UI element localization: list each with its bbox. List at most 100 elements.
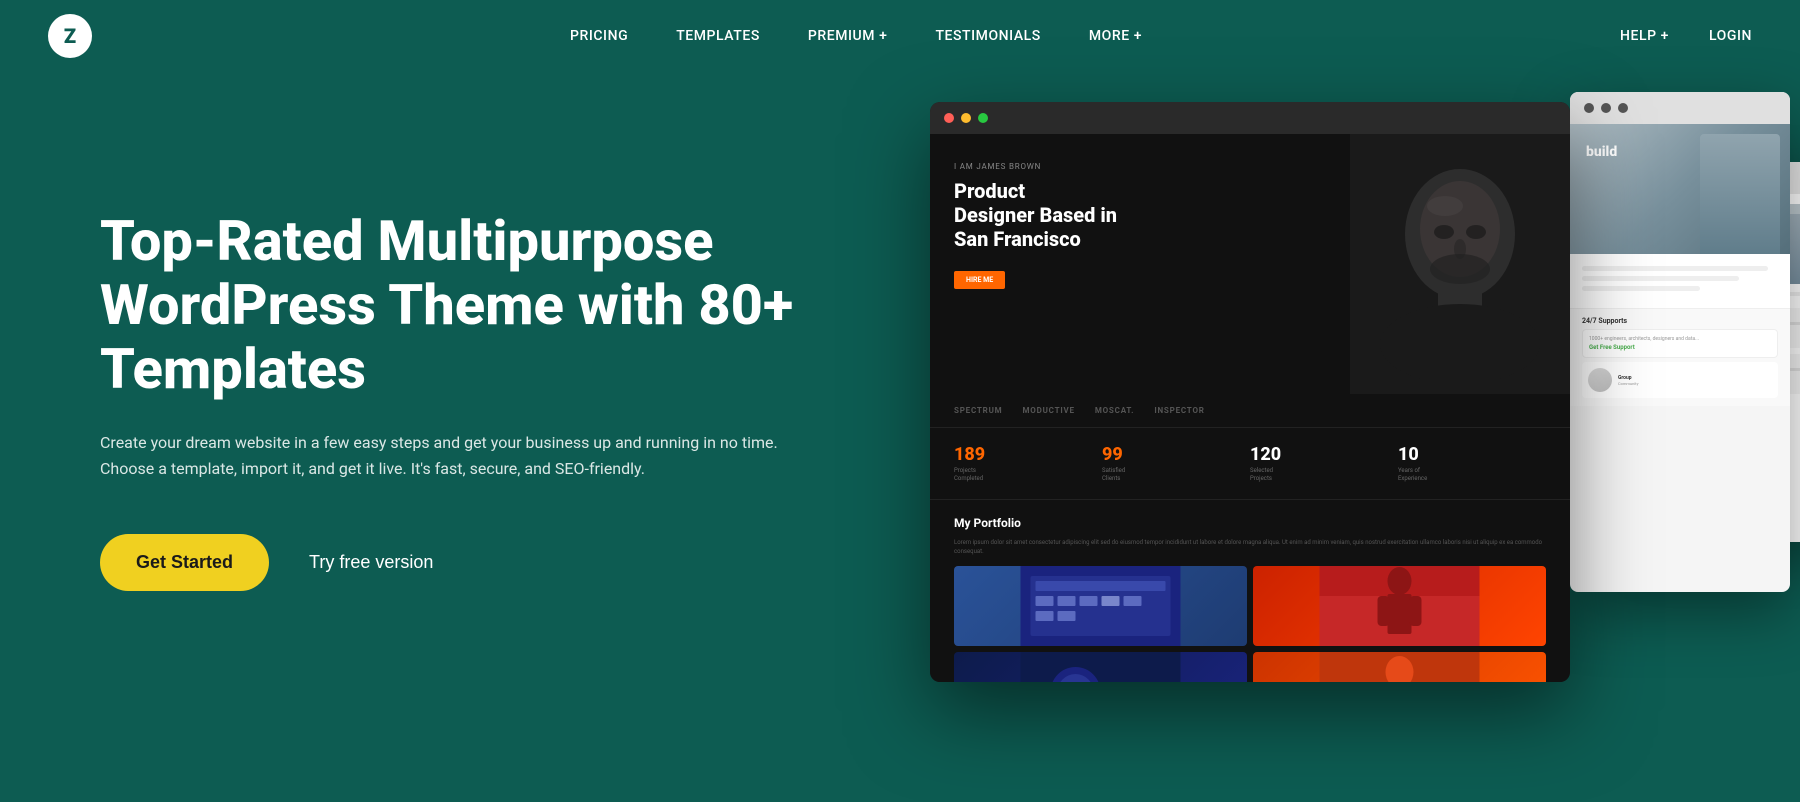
- portfolio-name: ProductDesigner Based inSan Francisco: [954, 179, 1546, 251]
- hero-buttons: Get Started Try free version: [100, 534, 860, 591]
- sec-hero-person: [1700, 134, 1780, 254]
- hero-title: Top-Rated Multipurpose WordPress Theme w…: [100, 209, 860, 402]
- tert-line-2: [1650, 300, 1758, 304]
- nav-more[interactable]: MORE +: [1089, 28, 1142, 44]
- navbar: Z PRICING TEMPLATES PREMIUM + TESTIMONIA…: [0, 0, 1800, 72]
- tert-line-1: [1650, 292, 1800, 296]
- person-name: Group: [1618, 375, 1772, 381]
- tert-block-line-1: [1656, 322, 1800, 325]
- sec-section-2: 24/7 Supports 1000+ engineers, architect…: [1570, 308, 1790, 406]
- hero-subtitle: Create your dream website in a few easy …: [100, 430, 780, 483]
- stat-projects: 189 ProjectsCompleted: [954, 444, 1102, 483]
- portfolio-face: [1350, 134, 1570, 394]
- hero-section: Top-Rated Multipurpose WordPress Theme w…: [0, 72, 1800, 728]
- dot-3: [1688, 173, 1698, 183]
- logo-letter: Z: [64, 24, 76, 48]
- dot-m1: [944, 113, 954, 123]
- nav-help[interactable]: HELP +: [1620, 28, 1669, 44]
- browser-bar-secondary: [1570, 92, 1790, 124]
- portfolio-stats: 189 ProjectsCompleted 99 SatisfiedClient…: [930, 428, 1570, 500]
- browser-content: I am James Brown ProductDesigner Based i…: [930, 134, 1570, 682]
- portfolio-section-title: My Portfolio: [954, 516, 1546, 530]
- tert-green-badge: Get Free Support: [1656, 341, 1705, 351]
- secondary-content: build 24/7 Supports 1000+ engineers, arc…: [1570, 124, 1790, 592]
- browser-bar-main: [930, 102, 1570, 134]
- portfolio-grid: 03:46: [954, 566, 1546, 682]
- person-sub: Community: [1618, 381, 1772, 386]
- tert-block-title-1: 24/7 Supports: [1656, 314, 1800, 320]
- stat-years-label: Years ofExperience: [1398, 467, 1546, 483]
- stat-clients-number: 99: [1102, 444, 1250, 465]
- stat-selected-number: 120: [1250, 444, 1398, 465]
- tert-blue-button: Join Group: [1656, 381, 1696, 393]
- dot-1: [1654, 173, 1664, 183]
- logo-spectrum: SPECTRUM: [954, 406, 1002, 415]
- stat-clients: 99 SatisfiedClients: [1102, 444, 1250, 483]
- grid-item-3: 03:46: [954, 652, 1247, 682]
- stat-clients-label: SatisfiedClients: [1102, 467, 1250, 483]
- browser-bar-tertiary: [1640, 162, 1800, 194]
- nav-login[interactable]: LOGIN: [1709, 28, 1752, 44]
- portfolio-hero: I am James Brown ProductDesigner Based i…: [930, 134, 1570, 394]
- stat-years: 10 Years ofExperience: [1398, 444, 1546, 483]
- nav-premium[interactable]: PREMIUM +: [808, 28, 888, 44]
- hero-content: Top-Rated Multipurpose WordPress Theme w…: [100, 209, 860, 592]
- logo-inspector: Inspector: [1154, 406, 1204, 415]
- sec-support-title: 24/7 Supports: [1582, 317, 1778, 325]
- tert-block-line-3: [1656, 368, 1800, 371]
- tert-block-line-2: [1656, 327, 1774, 330]
- support-label: 1000+ engineers, architects, designers a…: [1589, 336, 1771, 342]
- sec-support-card: 1000+ engineers, architects, designers a…: [1582, 329, 1778, 358]
- browser-tertiary: 24/7 Supports Get Free Support Group Joi…: [1640, 162, 1800, 542]
- tert-person: [1770, 214, 1800, 284]
- nav-testimonials[interactable]: TESTIMONIALS: [935, 28, 1040, 44]
- sec-line-2: [1582, 276, 1739, 281]
- dot-m3: [978, 113, 988, 123]
- portfolio-logos: SPECTRUM mODUCtive MOSCAT. Inspector: [930, 394, 1570, 428]
- grid-item-2: [1253, 566, 1546, 646]
- hero-mockups: 24/7 Supports Get Free Support Group Joi…: [900, 42, 1800, 802]
- portfolio-section-desc: Lorem ipsum dolor sit amet consectetur a…: [954, 538, 1546, 556]
- stat-selected: 120 SelectedProjects: [1250, 444, 1398, 483]
- sec-body: [1570, 254, 1790, 308]
- portfolio-cta-button: HIRE ME: [954, 271, 1005, 289]
- nav-right: HELP + LOGIN: [1620, 28, 1752, 44]
- tert-hero-image: [1650, 204, 1800, 284]
- browser-main: I am James Brown ProductDesigner Based i…: [930, 102, 1570, 682]
- portfolio-eyebrow: I am James Brown: [954, 162, 1546, 171]
- browser-secondary: build 24/7 Supports 1000+ engineers, arc…: [1570, 92, 1790, 592]
- grid-item-4: [1253, 652, 1546, 682]
- stat-years-number: 10: [1398, 444, 1546, 465]
- stat-selected-label: SelectedProjects: [1250, 467, 1398, 483]
- try-free-button[interactable]: Try free version: [309, 552, 433, 573]
- logo-moDUCtive: mODUCtive: [1022, 406, 1074, 415]
- portfolio-section: My Portfolio Lorem ipsum dolor sit amet …: [930, 500, 1570, 682]
- dot-2: [1671, 173, 1681, 183]
- face-svg: [1350, 134, 1570, 394]
- dot-s2: [1601, 103, 1611, 113]
- logo-moscat: MOSCAT.: [1095, 406, 1135, 415]
- tert-block-title-2: Group: [1656, 360, 1800, 366]
- nav-templates[interactable]: TEMPLATES: [676, 28, 760, 44]
- sec-build-text: build: [1586, 144, 1617, 160]
- tert-block-2: Group Join Group: [1650, 354, 1800, 394]
- sec-line-3: [1582, 286, 1700, 291]
- support-val: Get Free Support: [1589, 344, 1771, 351]
- get-started-button[interactable]: Get Started: [100, 534, 269, 591]
- stat-projects-number: 189: [954, 444, 1102, 465]
- sec-line-1: [1582, 266, 1768, 271]
- portfolio-text-area: I am James Brown ProductDesigner Based i…: [930, 134, 1570, 394]
- sec-hero-image: build: [1570, 124, 1790, 254]
- nav-pricing[interactable]: PRICING: [570, 28, 628, 44]
- dot-m2: [961, 113, 971, 123]
- avatar: [1588, 368, 1612, 392]
- tert-block-1: 24/7 Supports Get Free Support: [1650, 308, 1800, 348]
- nav-center: PRICING TEMPLATES PREMIUM + TESTIMONIALS…: [570, 28, 1142, 44]
- sec-person-card: Group Community: [1582, 362, 1778, 398]
- person-info: Group Community: [1618, 375, 1772, 386]
- tertiary-content: 24/7 Supports Get Free Support Group Joi…: [1640, 194, 1800, 542]
- dot-s3: [1618, 103, 1628, 113]
- dot-s1: [1584, 103, 1594, 113]
- stat-projects-label: ProjectsCompleted: [954, 467, 1102, 483]
- logo[interactable]: Z: [48, 14, 92, 58]
